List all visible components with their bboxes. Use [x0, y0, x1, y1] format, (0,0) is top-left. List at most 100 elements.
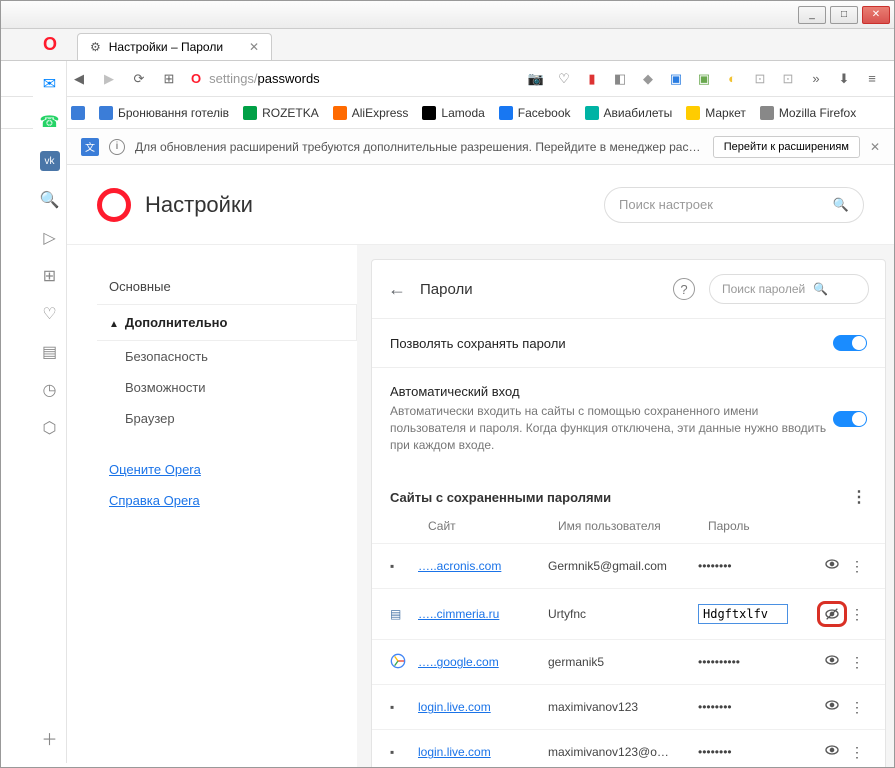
- search-icon: 🔍: [813, 282, 828, 296]
- history-rail-icon[interactable]: ◷: [41, 381, 59, 399]
- row-menu-icon[interactable]: ⋮: [847, 606, 867, 623]
- bookmark-item[interactable]: Бронювання готелів: [99, 106, 229, 120]
- bookmark-item[interactable]: Lamoda: [422, 106, 484, 120]
- tab-settings[interactable]: ⚙ Настройки – Пароли ✕: [77, 33, 272, 60]
- reload-icon[interactable]: ⟳: [131, 71, 147, 87]
- passwords-search[interactable]: Поиск паролей 🔍: [709, 274, 869, 304]
- settings-search[interactable]: Поиск настроек 🔍: [604, 187, 864, 223]
- row-menu-icon[interactable]: ⋮: [847, 744, 867, 761]
- nav-back-icon[interactable]: ◀: [71, 71, 87, 87]
- auto-signin-toggle[interactable]: [833, 411, 867, 427]
- speed-dial-icon[interactable]: ⊞: [161, 71, 177, 87]
- ext-icon-7[interactable]: ⊡: [780, 71, 796, 87]
- sidebar-browser[interactable]: Браузер: [97, 403, 357, 434]
- sidebar-advanced[interactable]: ▲Дополнительно: [97, 304, 357, 341]
- passwords-panel: ← Пароли ? Поиск паролей 🔍 Позволять сох…: [371, 259, 886, 767]
- window-titlebar: _ □ ✕: [1, 1, 894, 29]
- bookmark-item[interactable]: AliExpress: [333, 106, 409, 120]
- auto-signin-row: Автоматический вход Автоматически входит…: [372, 367, 885, 469]
- allow-save-label: Позволять сохранять пароли: [390, 336, 833, 351]
- window-close[interactable]: ✕: [862, 6, 890, 24]
- ext-icon-5[interactable]: ◐: [724, 71, 740, 87]
- site-link[interactable]: login.live.com: [418, 745, 548, 759]
- speeddial-rail-icon[interactable]: ⊞: [41, 267, 59, 285]
- ext-icon-4[interactable]: ▣: [696, 71, 712, 87]
- tab-close-icon[interactable]: ✕: [249, 40, 259, 54]
- password-row: ▤ …..cimmeria.ru Urtyfnc ⋮: [372, 588, 885, 639]
- add-rail-icon[interactable]: ＋: [41, 729, 59, 747]
- easy-setup-icon[interactable]: ≡: [864, 71, 880, 87]
- bookmarks-rail-icon[interactable]: ♡: [41, 305, 59, 323]
- ext-icon-1[interactable]: ◧: [612, 71, 628, 87]
- show-password-icon[interactable]: [824, 700, 840, 717]
- camera-icon[interactable]: 📷: [528, 71, 544, 87]
- sidebar-help-link[interactable]: Справка Opera: [97, 485, 357, 516]
- opera-logo-icon[interactable]: O: [43, 34, 57, 55]
- tab-title: Настройки – Пароли: [109, 40, 223, 54]
- news-rail-icon[interactable]: ▤: [41, 343, 59, 361]
- url-field[interactable]: O settings/passwords: [191, 71, 514, 86]
- allow-save-toggle[interactable]: [833, 335, 867, 351]
- bookmark-item[interactable]: Facebook: [499, 106, 571, 120]
- overflow-icon[interactable]: »: [808, 71, 824, 87]
- site-link[interactable]: …..acronis.com: [418, 559, 548, 573]
- ext-icon-3[interactable]: ▣: [668, 71, 684, 87]
- row-menu-icon[interactable]: ⋮: [847, 558, 867, 575]
- password-input[interactable]: [698, 604, 788, 624]
- col-pass: Пароль: [708, 519, 867, 533]
- username-cell: maximivanov123@o…: [548, 745, 698, 759]
- nag-close-icon[interactable]: ✕: [870, 140, 880, 154]
- bookmarks-bar: Бронювання готелів ROZETKA AliExpress Lamod…: [1, 97, 894, 129]
- section-menu-icon[interactable]: ⋮: [851, 487, 867, 507]
- vk-icon[interactable]: vk: [40, 151, 60, 171]
- hide-password-icon[interactable]: [817, 601, 847, 627]
- password-row: ▪ login.live.com maximivanov123@o… •••••…: [372, 729, 885, 767]
- extensions-rail-icon[interactable]: ⬡: [41, 419, 59, 437]
- panel-title: Пароли: [420, 281, 473, 298]
- search-icon: 🔍: [833, 197, 849, 213]
- row-menu-icon[interactable]: ⋮: [847, 654, 867, 671]
- allow-save-row: Позволять сохранять пароли: [372, 318, 885, 367]
- sidebar-rate-link[interactable]: Оцените Opera: [97, 454, 357, 485]
- row-menu-icon[interactable]: ⋮: [847, 699, 867, 716]
- search-rail-icon[interactable]: 🔍: [41, 191, 59, 209]
- site-link[interactable]: …..google.com: [418, 655, 548, 669]
- show-password-icon[interactable]: [824, 655, 840, 672]
- bookmark-item[interactable]: Mozilla Firefox: [760, 106, 856, 120]
- download-icon[interactable]: ⬇: [836, 71, 852, 87]
- site-link[interactable]: login.live.com: [418, 700, 548, 714]
- settings-main: ← Пароли ? Поиск паролей 🔍 Позволять сох…: [357, 245, 894, 767]
- bookmark-item[interactable]: ROZETKA: [243, 106, 319, 120]
- bookmark-item[interactable]: Авиабилеты: [585, 106, 673, 120]
- password-row: ▪ …..acronis.com Germnik5@gmail.com ••••…: [372, 543, 885, 588]
- site-link[interactable]: …..cimmeria.ru: [418, 607, 548, 621]
- sidebar-features[interactable]: Возможности: [97, 372, 357, 403]
- heart-icon[interactable]: ♡: [556, 71, 572, 87]
- messenger-icon[interactable]: ✉: [41, 75, 59, 93]
- password-row: …..google.com germanik5 •••••••••• ⋮: [372, 639, 885, 684]
- nav-forward-icon[interactable]: ▶: [101, 71, 117, 87]
- site-favicon: ▪: [390, 700, 418, 714]
- sidebar-security[interactable]: Безопасность: [97, 341, 357, 372]
- gear-icon: ⚙: [90, 40, 101, 54]
- settings-sidebar: Основные ▲Дополнительно Безопасность Воз…: [67, 245, 357, 767]
- send-rail-icon[interactable]: ▷: [41, 229, 59, 247]
- ext-icon-6[interactable]: ⊡: [752, 71, 768, 87]
- extension-nag-bar: 文 i Для обновления расширений требуются …: [67, 129, 894, 165]
- help-icon[interactable]: ?: [673, 278, 695, 300]
- bookmark-folder-icon[interactable]: [71, 106, 85, 120]
- nag-go-button[interactable]: Перейти к расширениям: [713, 136, 860, 158]
- show-password-icon[interactable]: [824, 745, 840, 762]
- sidebar-basic[interactable]: Основные: [97, 269, 357, 304]
- window-minimize[interactable]: _: [798, 6, 826, 24]
- bookmark-item[interactable]: Маркет: [686, 106, 746, 120]
- ext-icon-2[interactable]: ◆: [640, 71, 656, 87]
- back-arrow-icon[interactable]: ←: [388, 279, 406, 300]
- whatsapp-icon[interactable]: ☎: [41, 113, 59, 131]
- col-site: Сайт: [428, 519, 558, 533]
- nag-text: Для обновления расширений требуются допо…: [135, 140, 703, 154]
- show-password-icon[interactable]: [824, 559, 840, 576]
- site-favicon: ▪: [390, 745, 418, 759]
- window-maximize[interactable]: □: [830, 6, 858, 24]
- adblock-icon[interactable]: ▮: [584, 71, 600, 87]
